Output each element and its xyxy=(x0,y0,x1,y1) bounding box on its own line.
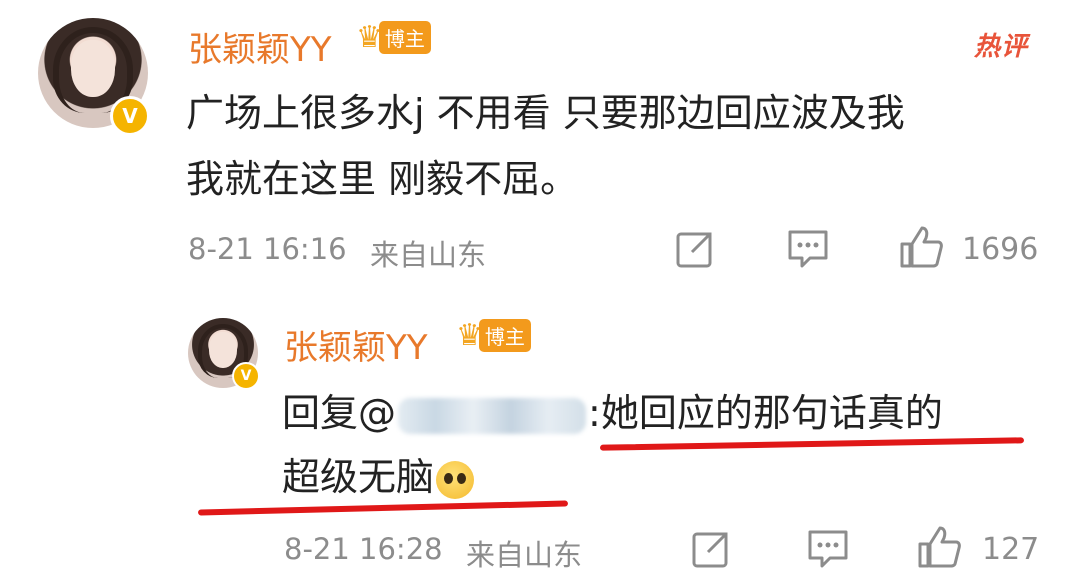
share-icon[interactable] xyxy=(690,528,732,570)
avatar-face xyxy=(209,332,237,369)
comment-icon[interactable] xyxy=(786,228,830,270)
reply-text-line1: 回复@ :她回应的那句话真的 xyxy=(282,382,943,437)
badge-label: 博主 xyxy=(478,319,531,352)
reply-time: 8-21 16:28 xyxy=(284,532,443,566)
comment-text-line2: 我就在这里 刚毅不屈。 xyxy=(186,157,579,201)
thumbs-up-icon[interactable] xyxy=(916,524,962,570)
comment-location: 来自山东 xyxy=(370,238,487,272)
like-count: 127 xyxy=(982,532,1040,567)
sad-face-emoji xyxy=(436,460,475,499)
thumbs-up-icon[interactable] xyxy=(898,224,944,270)
hot-comment-label: 热评 xyxy=(973,32,1028,62)
red-underline-2 xyxy=(197,500,569,516)
blogger-badge: ♛ 博主 xyxy=(356,20,431,55)
blurred-username xyxy=(398,397,587,434)
badge-label: 博主 xyxy=(378,21,431,54)
blogger-badge: ♛ 博主 xyxy=(456,318,531,353)
comment-username[interactable]: 张颖颖YY xyxy=(188,22,332,71)
share-icon[interactable] xyxy=(674,228,716,270)
comment-icon[interactable] xyxy=(806,528,850,570)
red-underline-1 xyxy=(599,437,1025,451)
comment-text-line1: 广场上很多水j 不用看 只要那边回应波及我 xyxy=(186,91,905,135)
comment-time: 8-21 16:16 xyxy=(188,232,347,266)
reply-location: 来自山东 xyxy=(466,538,583,572)
reply-suffix: :她回应的那句话真的 xyxy=(588,391,943,435)
reply-text-line2-label: 超级无脑 xyxy=(282,455,435,499)
verified-v-icon: V xyxy=(110,96,150,136)
like-count: 1696 xyxy=(962,232,1039,267)
verified-v-icon: V xyxy=(232,362,260,390)
reply-username[interactable]: 张颖颖YY xyxy=(284,320,428,369)
reply-text-line2: 超级无脑 xyxy=(282,446,475,501)
reply-prefix: 回复@ xyxy=(282,391,397,435)
avatar-face xyxy=(71,40,115,98)
